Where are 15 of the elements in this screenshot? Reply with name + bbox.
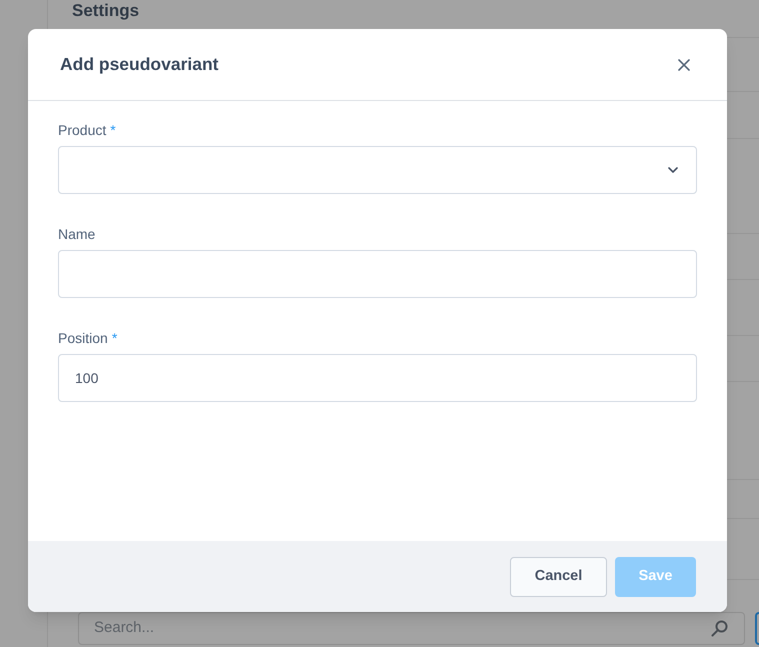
field-label: Product — [58, 120, 106, 140]
page-heading: Settings — [72, 2, 140, 20]
partial-button[interactable] — [755, 612, 759, 645]
field-label: Name — [58, 224, 96, 244]
required-mark: * — [112, 328, 118, 348]
search-icon — [711, 620, 728, 637]
cancel-button[interactable]: Cancel — [510, 557, 607, 597]
select-field[interactable] — [58, 146, 697, 194]
dialog-title: Add pseudovariant — [60, 53, 218, 76]
input-field[interactable] — [58, 250, 697, 298]
required-mark: * — [110, 120, 116, 140]
chevron-down-icon — [668, 167, 678, 173]
input-field[interactable]: 100 — [58, 354, 697, 402]
close-icon[interactable] — [678, 58, 690, 70]
field-label: Position — [58, 328, 108, 348]
